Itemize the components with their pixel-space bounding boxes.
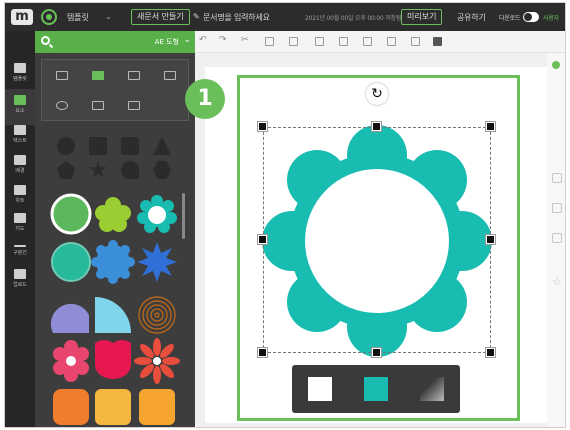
person-icon (92, 100, 104, 110)
mode-toggle[interactable] (523, 12, 539, 22)
redo-icon[interactable]: ↷ (219, 35, 228, 45)
flower-shape-pink[interactable] (53, 340, 89, 382)
template-menu[interactable]: 템플릿 (67, 12, 89, 23)
cut-icon[interactable]: ✂ (241, 35, 250, 45)
elements-icon (14, 95, 26, 105)
shape-thumb[interactable] (153, 161, 171, 179)
align-icon[interactable] (552, 203, 562, 213)
shape-thumb[interactable] (121, 137, 139, 155)
rail-item-template[interactable]: 템플릿 (5, 57, 35, 93)
star-icon[interactable]: ☆ (552, 276, 562, 287)
top-bar: m 템플릿 ⌄ 새문서 만들기 ✎ 문서명을 입력하세요 2021년 00월 0… (5, 3, 565, 31)
flower-shape-red[interactable] (134, 338, 180, 384)
group-icon[interactable] (387, 37, 396, 46)
scalloped-shape-blue[interactable] (91, 240, 135, 284)
distribute-icon[interactable] (552, 233, 562, 243)
document-title[interactable]: 문서명을 입력하세요 (203, 12, 270, 23)
layer-up-icon[interactable] (339, 37, 348, 46)
status-dot-icon (552, 61, 560, 69)
background-icon (14, 155, 26, 165)
panel-scrollbar[interactable] (182, 193, 185, 239)
frame-icon (128, 100, 140, 110)
user-name[interactable]: 사용자 (543, 13, 559, 22)
rounded-square-gold[interactable] (95, 389, 131, 425)
layer-down-icon[interactable] (363, 37, 372, 46)
concentric-circles-shape[interactable] (138, 296, 176, 334)
shape-thumb[interactable] (57, 161, 75, 179)
lines-icon (128, 70, 140, 80)
flower-shape-lime[interactable] (95, 197, 131, 232)
tulip-shape[interactable] (95, 340, 131, 379)
tab-lines[interactable] (116, 60, 152, 90)
preview-button[interactable]: 미리보기 (401, 9, 443, 25)
undo-icon[interactable]: ↶ (199, 35, 208, 45)
home-icon[interactable] (41, 9, 57, 25)
tab-frame[interactable] (116, 90, 152, 120)
chart-icon (14, 185, 26, 195)
edit-icon[interactable]: ✎ (193, 12, 200, 21)
shape-thumb[interactable] (153, 137, 171, 155)
save-status: 2021년 00월 00일 오후 00:00 저장됨 (305, 15, 402, 22)
new-document-button[interactable]: 새문서 만들기 (131, 9, 190, 25)
drop-shape-purple[interactable] (50, 303, 89, 333)
callout-highlight-frame (237, 75, 520, 421)
right-tool-rail: ☆ (547, 53, 565, 427)
text-icon (14, 125, 26, 135)
circle-shape[interactable] (50, 193, 92, 235)
category-select[interactable]: AE 도형 (155, 37, 179, 47)
tab-illustration[interactable] (152, 60, 188, 90)
share-button[interactable]: 공유하기 (457, 12, 486, 23)
element-category-tabs (41, 59, 189, 121)
paste-icon[interactable] (289, 37, 298, 46)
left-icon-rail: 템플릿 요소 텍스트 배경 차트 지도 구분선 업로드 (5, 31, 35, 427)
tab-people[interactable] (80, 90, 116, 120)
search-icon[interactable] (41, 36, 50, 45)
shape-thumb[interactable] (89, 137, 107, 155)
shape-thumb[interactable] (89, 161, 107, 178)
app-window: m 템플릿 ⌄ 새문서 만들기 ✎ 문서명을 입력하세요 2021년 00월 0… (4, 2, 566, 428)
tab-shapes[interactable] (80, 60, 116, 90)
quarter-circle-shape[interactable] (95, 297, 131, 333)
rail-item-upload[interactable]: 업로드 (5, 263, 35, 299)
element-search-bar[interactable]: AE 도형 ⌄ (35, 31, 195, 53)
photo-icon (56, 70, 68, 80)
rounded-square-orange[interactable] (53, 389, 89, 425)
shapes-icon (92, 70, 104, 80)
template-icon (14, 63, 26, 73)
flip-icon[interactable] (433, 37, 442, 46)
step-number-badge: 1 (185, 79, 225, 119)
shape-thumb[interactable] (121, 161, 139, 179)
copy-icon[interactable] (265, 37, 274, 46)
chevron-down-icon[interactable]: ⌄ (105, 12, 112, 21)
download-button[interactable]: 다운로드 (499, 13, 520, 22)
app-logo[interactable]: m (11, 9, 33, 25)
lock-icon[interactable] (411, 37, 420, 46)
flower-shape-teal[interactable] (137, 195, 177, 233)
upload-icon (14, 269, 26, 279)
scroll-up-icon[interactable] (552, 173, 562, 183)
map-pin-icon (14, 213, 26, 223)
delete-icon[interactable] (315, 37, 324, 46)
elements-panel (35, 53, 195, 428)
star-burst-shape[interactable] (137, 242, 177, 282)
edit-toolbar: ↶ ↷ ✂ (195, 31, 565, 53)
brush-icon (164, 70, 176, 80)
badge-shape-teal[interactable] (51, 242, 91, 282)
pie-icon (56, 100, 68, 110)
shape-thumb[interactable] (57, 137, 75, 155)
tab-chart[interactable] (44, 90, 80, 120)
chevron-down-icon[interactable]: ⌄ (183, 35, 191, 45)
divider-icon (14, 245, 26, 247)
tab-photo[interactable] (44, 60, 80, 90)
shape-thumbnails[interactable] (45, 191, 185, 428)
rounded-square-amber[interactable] (139, 389, 175, 425)
